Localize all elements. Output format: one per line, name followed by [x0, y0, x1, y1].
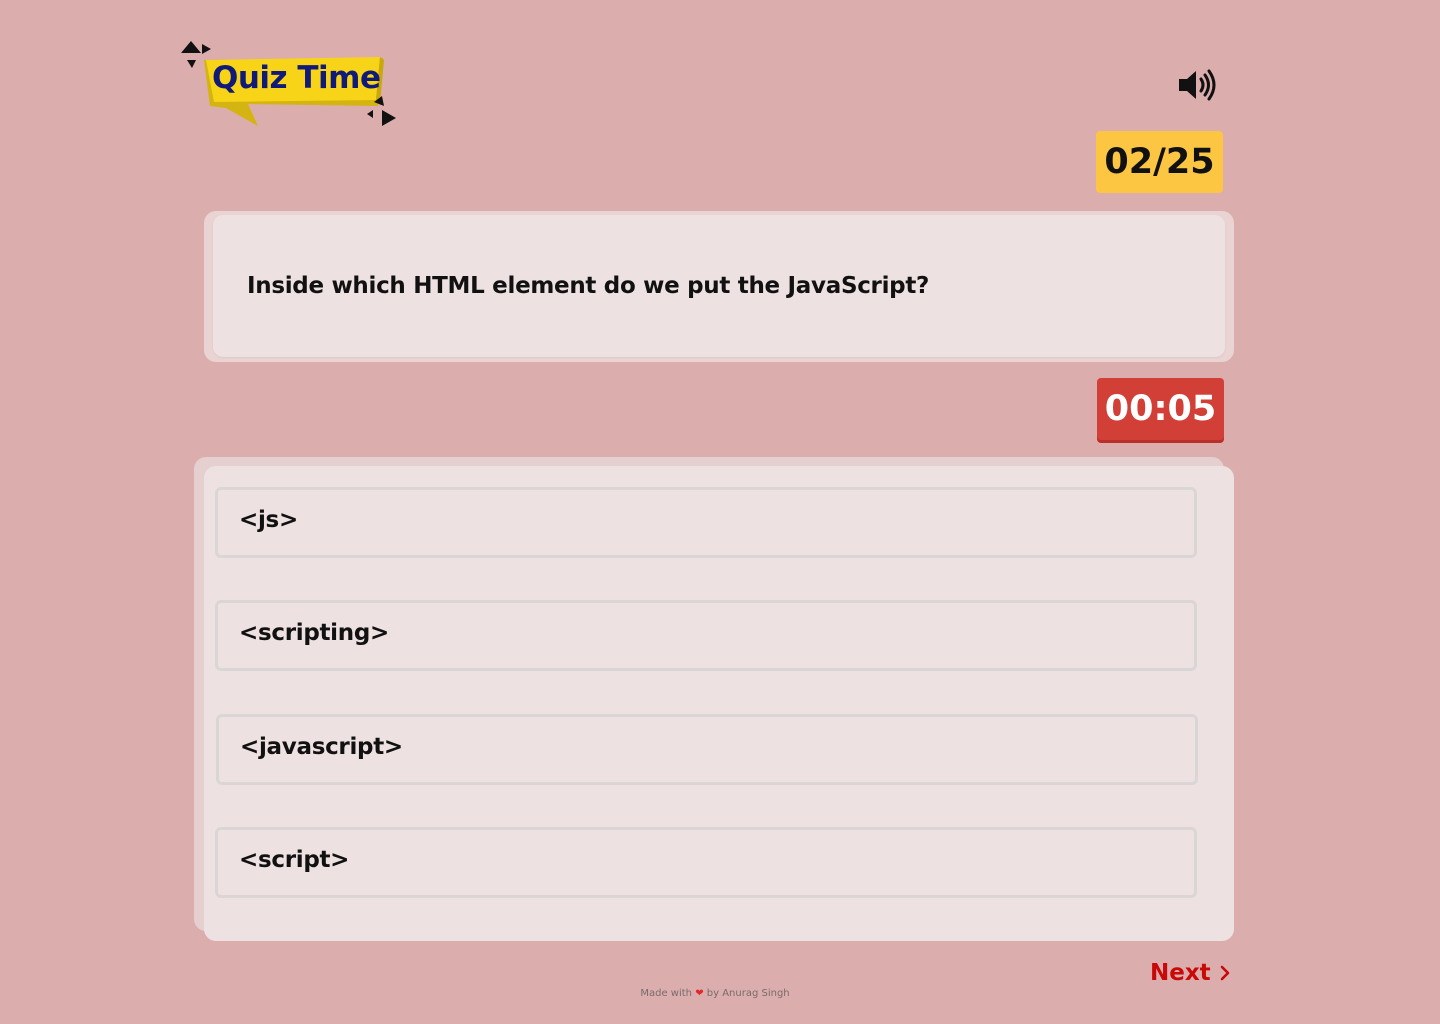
- footer-made-with: Made with: [640, 988, 692, 999]
- quiz-logo: Quiz Time: [178, 38, 402, 130]
- question-counter: 02/25: [1096, 131, 1223, 193]
- option-item[interactable]: <script>: [215, 827, 1197, 898]
- option-label: <script>: [239, 847, 350, 873]
- question-text: Inside which HTML element do we put the …: [247, 273, 930, 299]
- countdown-timer: 00:05: [1097, 378, 1224, 440]
- next-label: Next: [1150, 960, 1211, 986]
- option-label: <scripting>: [239, 620, 389, 646]
- option-label: <js>: [239, 507, 298, 533]
- heart-icon: ❤: [695, 988, 704, 999]
- volume-icon[interactable]: [1176, 66, 1220, 104]
- footer-credit: Made with ❤ by Anurag Singh: [0, 988, 1430, 999]
- logo-title: Quiz Time: [212, 60, 381, 96]
- footer-author: by Anurag Singh: [706, 988, 790, 999]
- option-item[interactable]: <scripting>: [215, 600, 1197, 671]
- next-button[interactable]: Next: [1150, 956, 1231, 990]
- option-label: <javascript>: [240, 734, 403, 760]
- option-item[interactable]: <javascript>: [216, 714, 1198, 785]
- option-item[interactable]: <js>: [215, 487, 1197, 558]
- chevron-right-icon: [1220, 965, 1229, 981]
- question-card: Inside which HTML element do we put the …: [213, 215, 1225, 357]
- options-card: <js> <scripting> <javascript> <script>: [204, 466, 1234, 941]
